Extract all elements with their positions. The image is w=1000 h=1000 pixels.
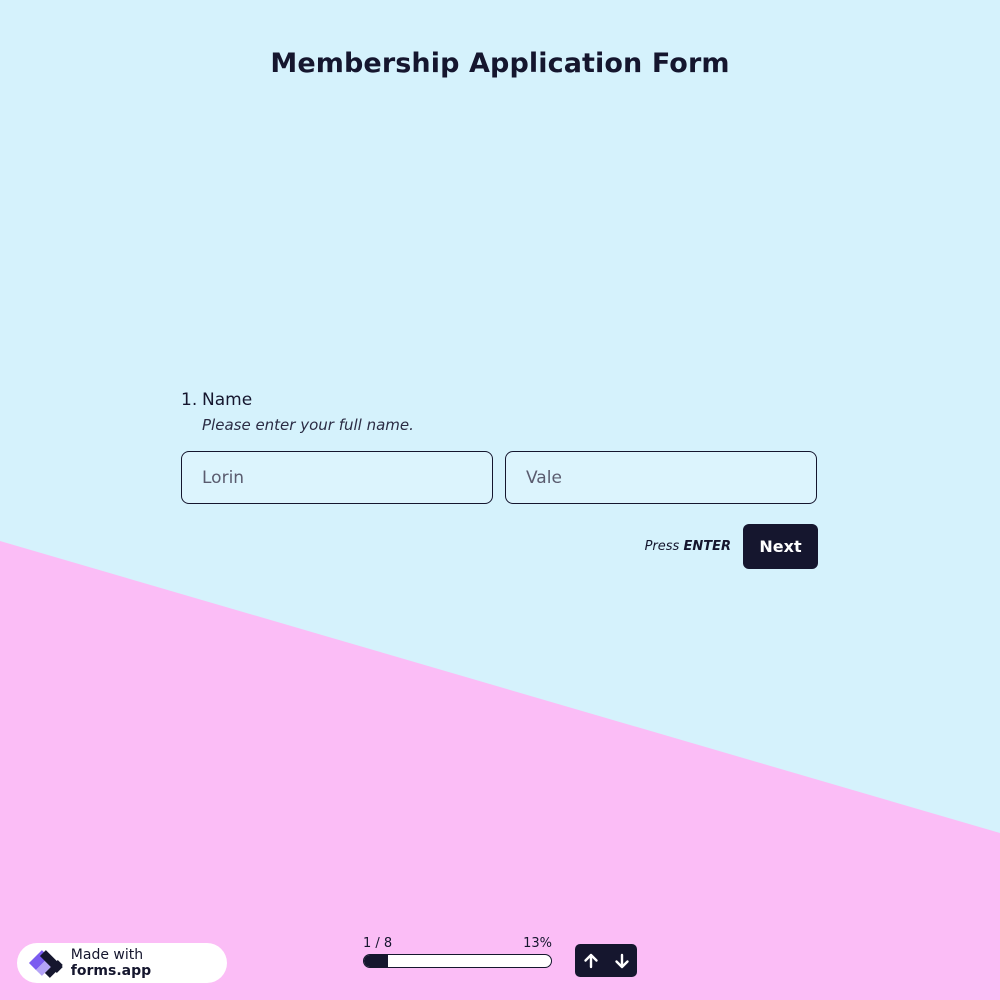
badge-brand: forms.app	[70, 963, 152, 979]
press-hint-key: ENTER	[683, 539, 731, 554]
name-fields	[181, 451, 818, 504]
question-label: Name	[202, 390, 253, 410]
progress-bar	[363, 954, 552, 968]
progress-bar-fill	[364, 955, 389, 967]
next-button[interactable]: Next	[743, 524, 818, 569]
last-name-field[interactable]	[505, 451, 817, 504]
question-name: 1. Name Please enter your full name. Pre…	[181, 390, 818, 569]
arrow-down-icon	[614, 953, 629, 968]
press-enter-hint: Press ENTER	[645, 539, 731, 554]
page-title: Membership Application Form	[270, 48, 730, 79]
progress-percent-text: 13%	[523, 936, 552, 951]
progress-labels: 1 / 8 13%	[363, 936, 552, 951]
progress-step-text: 1 / 8	[363, 936, 393, 951]
question-navigation	[575, 944, 637, 977]
progress-indicator: 1 / 8 13%	[363, 936, 552, 968]
next-row: Press ENTER Next	[181, 524, 818, 569]
previous-question-button[interactable]	[575, 944, 606, 977]
question-number: 1.	[181, 390, 198, 410]
question-heading: 1. Name	[181, 390, 818, 410]
badge-text: Made with forms.app	[71, 947, 227, 979]
forms-app-logo-icon	[28, 950, 63, 978]
made-with-forms-app-badge[interactable]: Made with forms.app	[17, 943, 227, 983]
next-question-button[interactable]	[606, 944, 637, 977]
arrow-up-icon	[583, 953, 598, 968]
first-name-field[interactable]	[181, 451, 493, 504]
question-description: Please enter your full name.	[202, 416, 414, 434]
badge-prefix: Made with	[70, 947, 144, 963]
press-hint-prefix: Press	[644, 539, 684, 554]
